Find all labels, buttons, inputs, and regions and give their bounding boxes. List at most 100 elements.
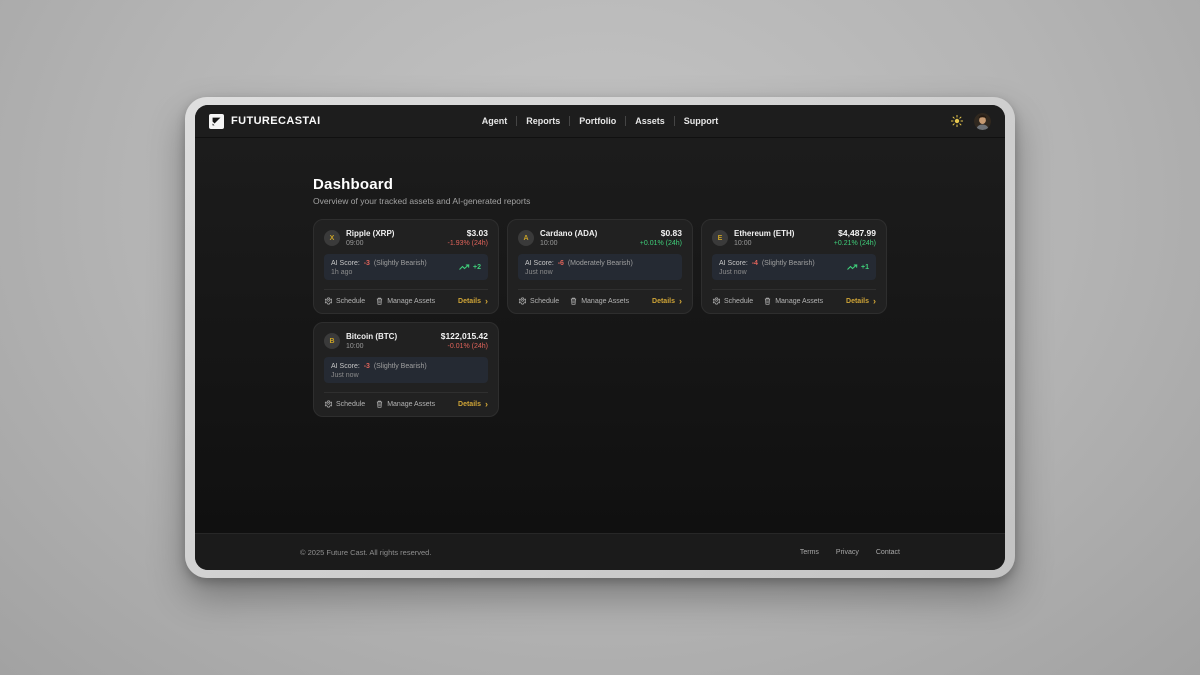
schedule-label: Schedule [530, 298, 559, 305]
details-button[interactable]: Details › [458, 298, 488, 305]
chevron-right-icon: › [485, 298, 488, 305]
details-button[interactable]: Details › [846, 298, 876, 305]
manage-assets-button[interactable]: Manage Assets [376, 297, 435, 305]
nav-separator [674, 116, 675, 126]
nav-separator [516, 116, 517, 126]
manage-assets-label: Manage Assets [775, 298, 823, 305]
manage-assets-label: Manage Assets [581, 298, 629, 305]
asset-change: +0.01% (24h) [640, 240, 682, 247]
ai-sentiment: (Moderately Bearish) [568, 260, 633, 267]
asset-card-ripple: X Ripple (XRP) 09:00 $3.03 -1.93% (24h) [313, 219, 499, 314]
trending-up-icon [847, 264, 858, 271]
schedule-label: Schedule [336, 298, 365, 305]
manage-assets-label: Manage Assets [387, 298, 435, 305]
details-label: Details [652, 298, 675, 305]
ai-score-value: -6 [558, 260, 564, 267]
asset-badge: E [712, 230, 728, 246]
chevron-right-icon: › [485, 401, 488, 408]
ai-score-value: -3 [364, 260, 370, 267]
main-nav: Agent Reports Portfolio Assets Support [439, 116, 761, 126]
schedule-button[interactable]: Schedule [518, 297, 559, 305]
schedule-label: Schedule [724, 298, 753, 305]
asset-time: 10:00 [346, 343, 397, 350]
asset-name: Ripple (XRP) [346, 229, 394, 238]
details-button[interactable]: Details › [458, 401, 488, 408]
asset-card-grid: X Ripple (XRP) 09:00 $3.03 -1.93% (24h) [313, 219, 887, 417]
trend-delta: +1 [861, 264, 869, 271]
asset-time: 10:00 [734, 240, 794, 247]
ai-score-panel: AI Score: -4 (Slightly Bearish) Just now… [712, 254, 876, 280]
asset-card-bitcoin: B Bitcoin (BTC) 10:00 $122,015.42 -0.01%… [313, 322, 499, 417]
app-screen: FUTURECASTAI Agent Reports Portfolio Ass… [195, 105, 1005, 570]
trash-icon [764, 297, 771, 305]
footer-bar: © 2025 Future Cast. All rights reserved.… [195, 533, 1005, 570]
ai-sentiment: (Slightly Bearish) [374, 363, 427, 370]
copyright-text: © 2025 Future Cast. All rights reserved. [300, 548, 431, 557]
nav-item-reports[interactable]: Reports [526, 116, 560, 126]
details-button[interactable]: Details › [652, 298, 682, 305]
nav-separator [625, 116, 626, 126]
ai-updated-ago: Just now [525, 269, 633, 276]
page-title: Dashboard [313, 176, 887, 193]
nav-item-support[interactable]: Support [684, 116, 719, 126]
top-navbar: FUTURECASTAI Agent Reports Portfolio Ass… [195, 105, 1005, 138]
user-avatar[interactable] [974, 113, 991, 130]
device-frame: FUTURECASTAI Agent Reports Portfolio Ass… [185, 97, 1015, 578]
gear-icon [324, 400, 332, 408]
footer-link-contact[interactable]: Contact [876, 549, 900, 556]
asset-change: -1.93% (24h) [448, 240, 488, 247]
footer-links: Terms Privacy Contact [800, 549, 900, 556]
ai-score-panel: AI Score: -3 (Slightly Bearish) 1h ago +… [324, 254, 488, 280]
main-area: Dashboard Overview of your tracked asset… [195, 138, 1005, 533]
asset-price: $3.03 [448, 229, 488, 238]
footer-link-terms[interactable]: Terms [800, 549, 819, 556]
gear-icon [712, 297, 720, 305]
asset-name: Cardano (ADA) [540, 229, 597, 238]
schedule-label: Schedule [336, 401, 365, 408]
asset-price: $0.83 [640, 229, 682, 238]
asset-price: $122,015.42 [441, 332, 488, 341]
trash-icon [376, 297, 383, 305]
asset-change: -0.01% (24h) [441, 343, 488, 350]
schedule-button[interactable]: Schedule [324, 297, 365, 305]
ai-score-panel: AI Score: -3 (Slightly Bearish) Just now [324, 357, 488, 383]
brand-logo[interactable]: FUTURECASTAI [209, 114, 439, 129]
nav-item-portfolio[interactable]: Portfolio [579, 116, 616, 126]
details-label: Details [846, 298, 869, 305]
chevron-right-icon: › [873, 298, 876, 305]
asset-badge: A [518, 230, 534, 246]
manage-assets-button[interactable]: Manage Assets [376, 400, 435, 408]
ai-score-label: AI Score: [719, 260, 748, 267]
nav-item-assets[interactable]: Assets [635, 116, 665, 126]
asset-badge: B [324, 333, 340, 349]
topbar-right [761, 113, 991, 130]
ai-score-label: AI Score: [525, 260, 554, 267]
schedule-button[interactable]: Schedule [324, 400, 365, 408]
nav-item-agent[interactable]: Agent [482, 116, 508, 126]
trash-icon [570, 297, 577, 305]
nav-separator [569, 116, 570, 126]
brand-name: FUTURECASTAI [231, 115, 321, 127]
details-label: Details [458, 401, 481, 408]
asset-time: 09:00 [346, 240, 394, 247]
ai-score-label: AI Score: [331, 260, 360, 267]
manage-assets-button[interactable]: Manage Assets [570, 297, 629, 305]
ai-sentiment: (Slightly Bearish) [762, 260, 815, 267]
manage-assets-button[interactable]: Manage Assets [764, 297, 823, 305]
theme-toggle-sun-icon[interactable] [951, 115, 963, 127]
logo-icon [209, 114, 224, 129]
chevron-right-icon: › [679, 298, 682, 305]
gear-icon [324, 297, 332, 305]
ai-score-panel: AI Score: -6 (Moderately Bearish) Just n… [518, 254, 682, 280]
trend-delta: +2 [473, 264, 481, 271]
asset-card-ethereum: E Ethereum (ETH) 10:00 $4,487.99 +0.21% … [701, 219, 887, 314]
ai-updated-ago: Just now [719, 269, 815, 276]
page-subtitle: Overview of your tracked assets and AI-g… [313, 196, 887, 206]
trending-up-icon [459, 264, 470, 271]
asset-change: +0.21% (24h) [834, 240, 876, 247]
ai-score-value: -3 [364, 363, 370, 370]
footer-link-privacy[interactable]: Privacy [836, 549, 859, 556]
asset-price: $4,487.99 [834, 229, 876, 238]
schedule-button[interactable]: Schedule [712, 297, 753, 305]
ai-sentiment: (Slightly Bearish) [374, 260, 427, 267]
